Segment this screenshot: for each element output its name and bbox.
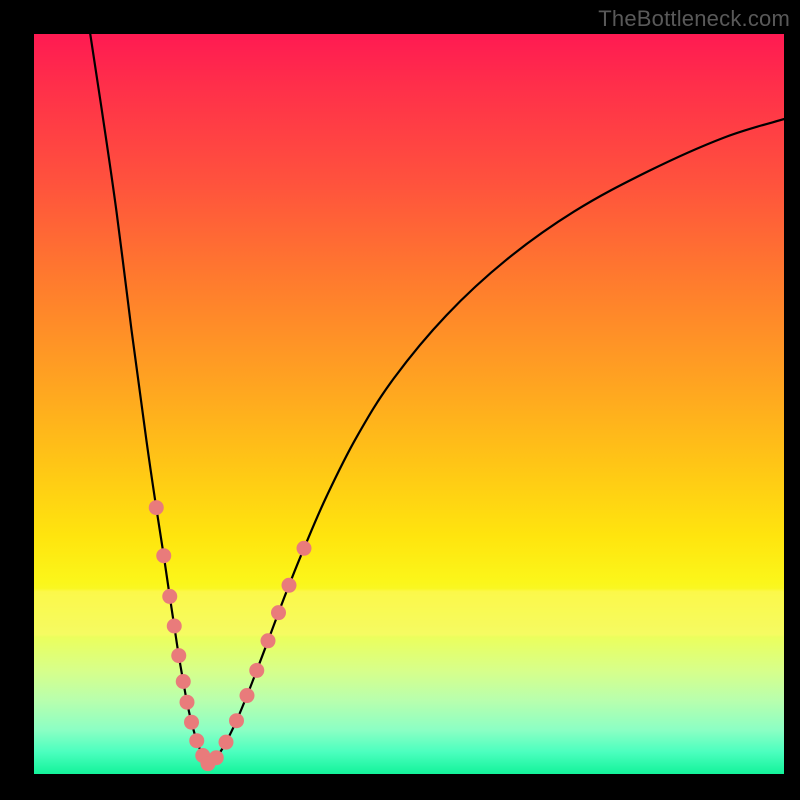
data-marker [156, 548, 171, 563]
data-marker [229, 713, 244, 728]
curve-layer [34, 34, 784, 774]
data-marker [249, 663, 264, 678]
trough-markers [149, 500, 312, 771]
data-marker [184, 715, 199, 730]
left-arm-curve [90, 34, 208, 764]
right-arm-curve [208, 119, 784, 764]
data-marker [149, 500, 164, 515]
data-marker [180, 695, 195, 710]
data-marker [209, 750, 224, 765]
data-marker [167, 619, 182, 634]
data-marker [297, 541, 312, 556]
data-marker [271, 605, 286, 620]
data-marker [261, 633, 276, 648]
data-marker [162, 589, 177, 604]
watermark-text: TheBottleneck.com [598, 6, 790, 32]
data-marker [189, 733, 204, 748]
data-marker [240, 688, 255, 703]
data-marker [282, 578, 297, 593]
plot-area [34, 34, 784, 774]
chart-frame: TheBottleneck.com [0, 0, 800, 800]
data-marker [171, 648, 186, 663]
data-marker [219, 735, 234, 750]
data-marker [176, 674, 191, 689]
